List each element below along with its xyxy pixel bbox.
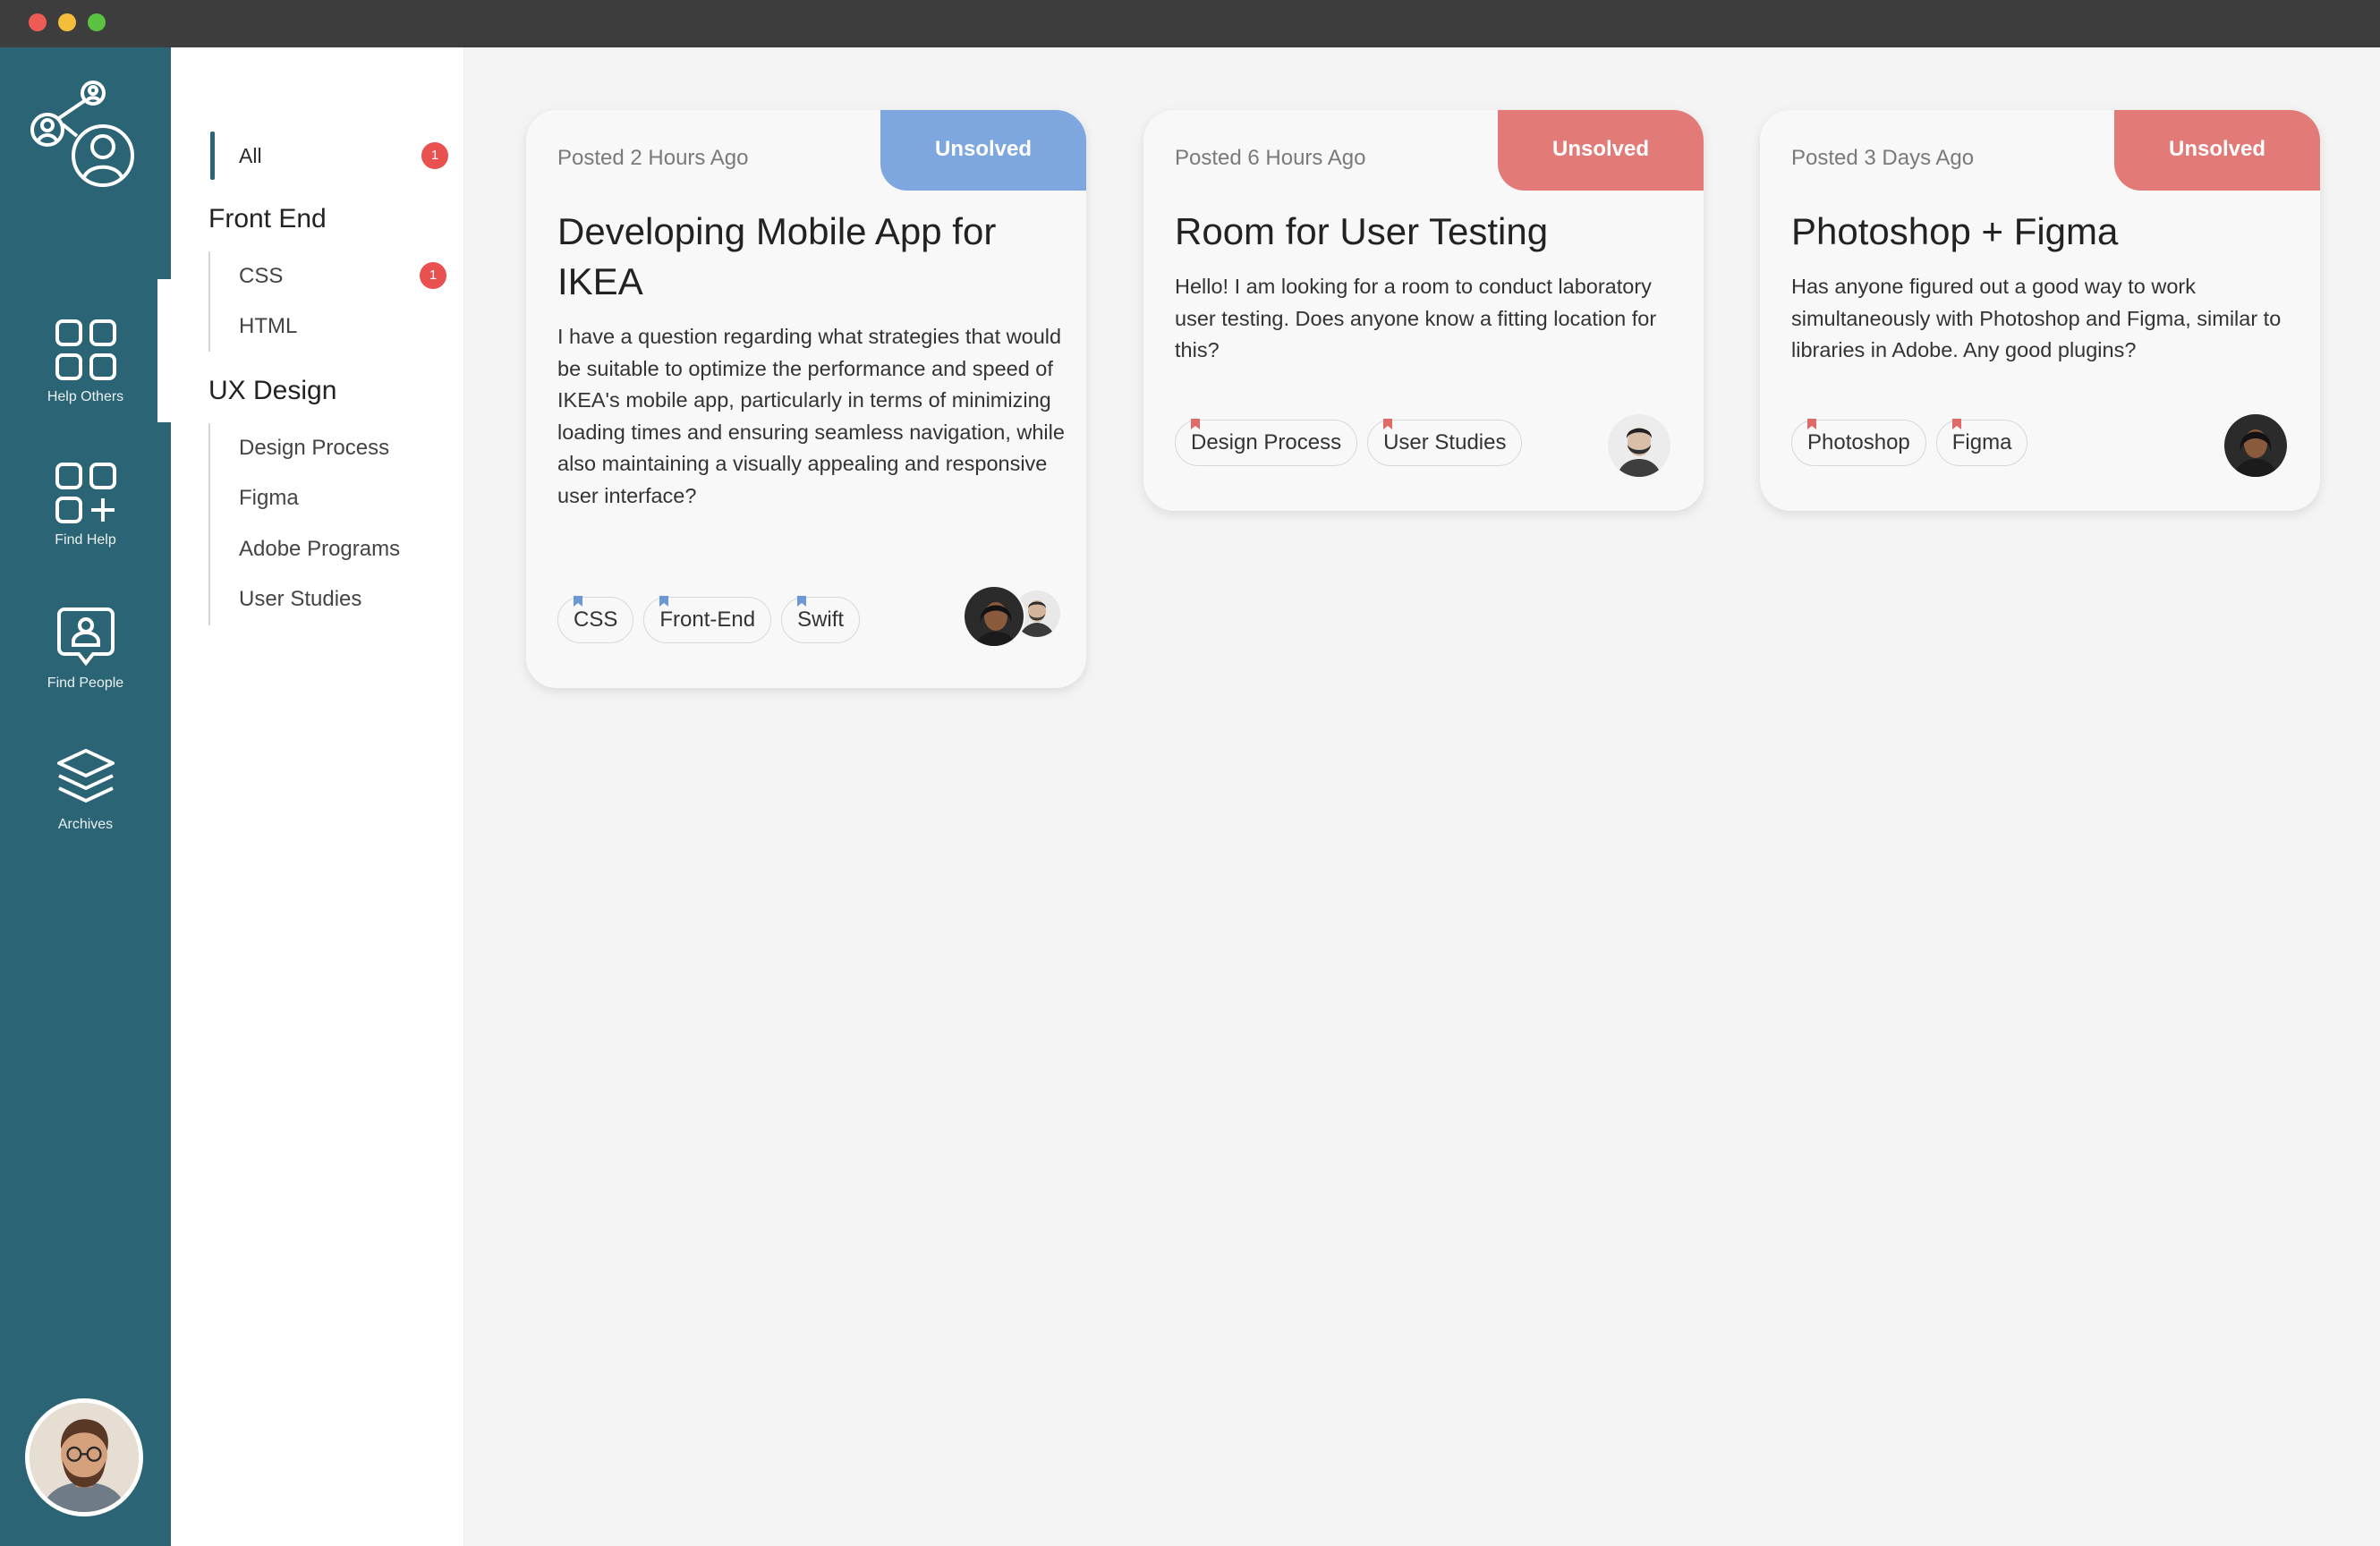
flag-icon <box>797 596 807 607</box>
user-avatar[interactable] <box>25 1398 143 1516</box>
question-card[interactable]: Posted 2 Hours Ago Unsolved Developing M… <box>526 110 1086 688</box>
tag-chip[interactable]: Front-End <box>643 596 772 643</box>
participant-avatar[interactable] <box>1608 414 1670 477</box>
rail-item-label: Archives <box>57 817 114 832</box>
category-item-adobe-programs[interactable]: Adobe Programs <box>239 537 400 562</box>
window-close-button[interactable] <box>29 13 47 31</box>
window-titlebar <box>0 0 2380 47</box>
flag-icon <box>659 596 669 607</box>
tag-label: Design Process <box>1191 430 1342 454</box>
tag-chip[interactable]: User Studies <box>1367 419 1523 466</box>
question-body: Has anyone figured out a good way to wor… <box>1791 275 2282 361</box>
status-badge: Unsolved <box>2114 110 2320 191</box>
category-item-html[interactable]: HTML <box>239 314 297 339</box>
tag-list: Design Process User Studies <box>1175 419 1523 466</box>
flag-icon <box>1951 419 1961 429</box>
category-all-label: All <box>239 144 262 167</box>
question-card[interactable]: Posted 6 Hours Ago Unsolved Room for Use… <box>1143 110 1704 511</box>
tag-list: CSS Front-End Swift <box>557 596 861 643</box>
flag-icon <box>1383 419 1393 429</box>
flag-icon <box>1807 419 1816 429</box>
tag-chip[interactable]: Swift <box>781 596 861 643</box>
status-badge: Unsolved <box>1498 110 1704 191</box>
person-badge-icon <box>56 607 115 667</box>
category-heading-ux-design[interactable]: UX Design <box>208 376 336 406</box>
posted-time: Posted 2 Hours Ago <box>557 146 749 170</box>
rail-item-label: Find People <box>47 675 124 691</box>
people-network-logo[interactable] <box>25 78 147 200</box>
tag-chip[interactable]: Design Process <box>1175 419 1358 466</box>
category-all[interactable]: All 1 <box>210 132 452 180</box>
category-item-css[interactable]: CSS <box>239 264 283 289</box>
tag-label: Photoshop <box>1807 430 1910 454</box>
grid-icon <box>55 319 116 380</box>
category-group-ux-design: Design Process Figma Adobe Programs User… <box>208 423 459 625</box>
category-item-design-process[interactable]: Design Process <box>239 436 389 461</box>
tag-label: Swift <box>797 607 845 632</box>
question-body: I have a question regarding what strateg… <box>557 325 1065 507</box>
question-title[interactable]: Photoshop + Figma <box>1791 207 2292 257</box>
rail-item-label: Find Help <box>55 532 116 548</box>
notification-badge: 1 <box>420 262 446 289</box>
tag-label: Figma <box>1951 430 2012 454</box>
tag-chip[interactable]: CSS <box>557 596 634 643</box>
category-group-front-end: CSS 1 HTML <box>208 251 459 352</box>
tag-list: Photoshop Figma <box>1791 419 2028 466</box>
category-item-figma[interactable]: Figma <box>239 486 299 511</box>
question-feed: Posted 2 Hours Ago Unsolved Developing M… <box>464 47 2380 1546</box>
category-active-indicator <box>210 132 215 180</box>
posted-time: Posted 6 Hours Ago <box>1175 146 1366 170</box>
grid-plus-icon <box>55 463 116 523</box>
question-card[interactable]: Posted 3 Days Ago Unsolved Photoshop + F… <box>1760 110 2320 511</box>
rail-item-help-others[interactable]: Help Others <box>0 316 171 405</box>
window-minimize-button[interactable] <box>58 13 76 31</box>
question-title[interactable]: Developing Mobile App for IKEA <box>557 207 1058 307</box>
status-badge: Unsolved <box>880 110 1086 191</box>
category-item-user-studies[interactable]: User Studies <box>239 587 361 612</box>
category-panel: All 1 Front End CSS 1 HTML UX Design Des… <box>171 47 464 1546</box>
rail-item-find-help[interactable]: Find Help <box>0 459 171 548</box>
tag-label: CSS <box>574 607 618 632</box>
posted-time: Posted 3 Days Ago <box>1791 146 1975 170</box>
flag-icon <box>574 596 582 607</box>
flag-icon <box>1191 419 1200 429</box>
participant-avatar[interactable] <box>2224 414 2287 477</box>
tag-chip[interactable]: Figma <box>1935 419 2028 466</box>
rail-item-label: Help Others <box>47 389 124 404</box>
nav-rail: Help Others Find Help Find People Archiv… <box>0 47 171 1546</box>
category-heading-front-end[interactable]: Front End <box>208 204 327 234</box>
participant-avatar[interactable] <box>963 585 1025 648</box>
window-maximize-button[interactable] <box>88 13 106 31</box>
rail-item-find-people[interactable]: Find People <box>0 602 171 692</box>
question-body: Hello! I am looking for a room to conduc… <box>1175 275 1657 361</box>
tag-label: Front-End <box>659 607 756 632</box>
question-title[interactable]: Room for User Testing <box>1175 207 1676 257</box>
tag-label: User Studies <box>1383 430 1507 454</box>
layers-icon <box>56 749 115 803</box>
tag-chip[interactable]: Photoshop <box>1791 419 1926 466</box>
notification-badge: 1 <box>421 142 448 169</box>
rail-item-archives[interactable]: Archives <box>0 743 171 833</box>
